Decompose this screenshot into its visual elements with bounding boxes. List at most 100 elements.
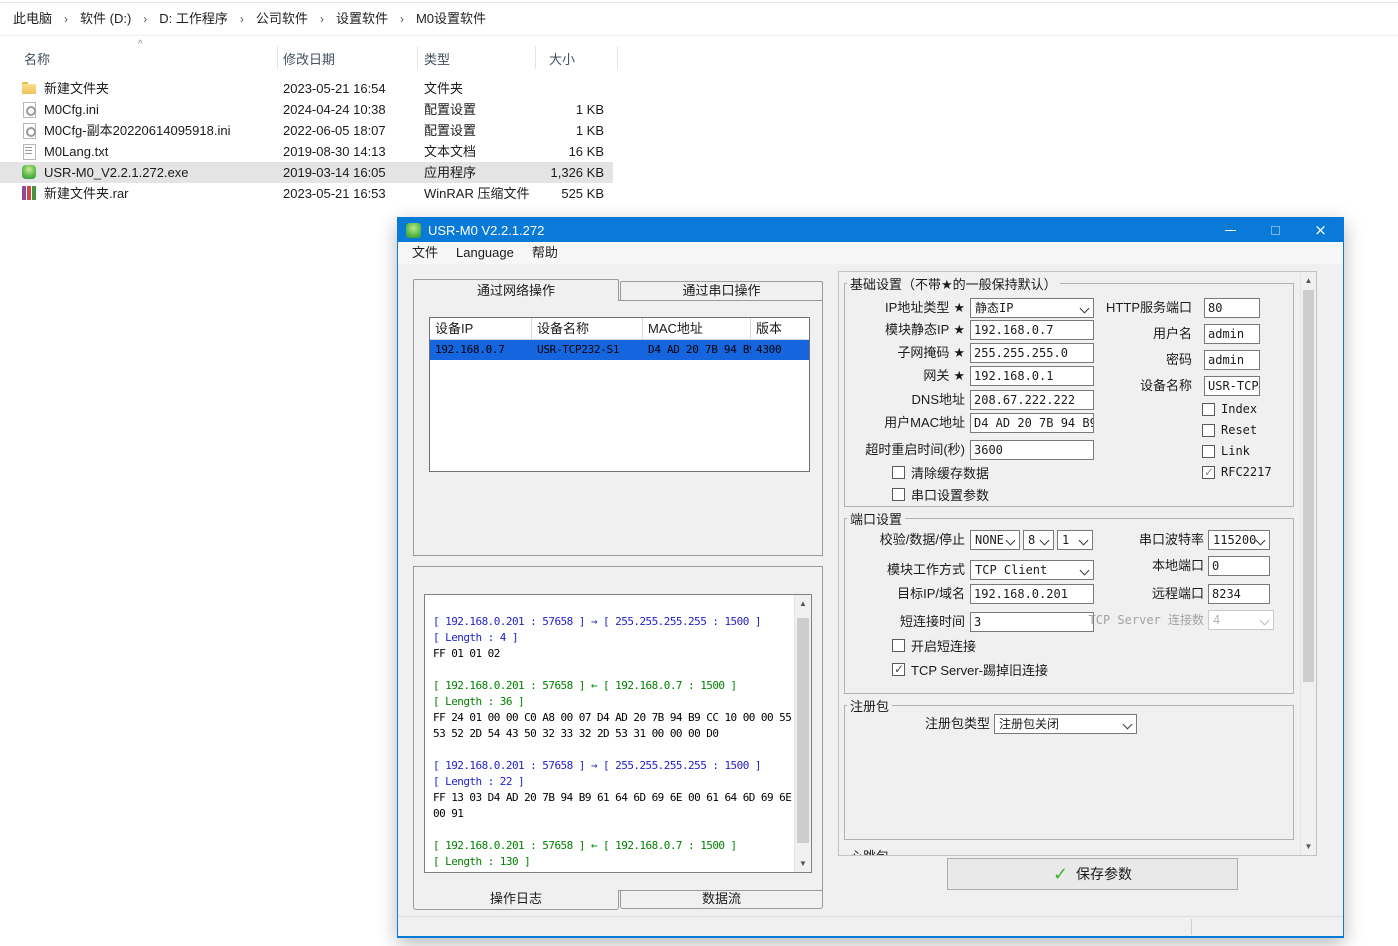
column-version[interactable]: 版本 <box>751 318 807 339</box>
remote-port-input[interactable]: 8234 <box>1208 584 1270 604</box>
ip-type-label: IP地址类型★ <box>841 298 965 318</box>
column-mac-address[interactable]: MAC地址 <box>643 318 751 339</box>
close-button[interactable]: × <box>1298 218 1343 242</box>
file-size: 1 KB <box>500 99 604 120</box>
file-row[interactable]: 新建文件夹 2023-05-21 16:54 文件夹 <box>0 78 613 99</box>
link-checkbox[interactable]: Link <box>1202 444 1250 458</box>
file-row[interactable]: 新建文件夹.rar 2023-05-21 16:53 WinRAR 压缩文件 5… <box>0 183 613 204</box>
file-list: 新建文件夹 2023-05-21 16:54 文件夹 M0Cfg.ini 202… <box>0 78 620 204</box>
log-scrollbar[interactable]: ▲ ▼ <box>794 595 811 872</box>
password-label: 密码 <box>1069 350 1192 370</box>
file-row[interactable]: M0Cfg.ini 2024-04-24 10:38 配置设置 1 KB <box>0 99 613 120</box>
file-name: 新建文件夹.rar <box>44 183 129 204</box>
column-divider[interactable] <box>277 46 278 69</box>
log-line <box>433 822 794 838</box>
clear-cache-checkbox[interactable]: 清除缓存数据 <box>892 465 989 479</box>
file-date: 2019-08-30 14:13 <box>283 141 386 162</box>
save-params-label: 保存参数 <box>1076 864 1132 884</box>
check-icon: ✓ <box>1053 865 1068 883</box>
breadcrumb-item[interactable]: 设置软件 <box>329 3 395 35</box>
baud-select[interactable]: 115200 <box>1208 530 1270 550</box>
port-settings-legend: 端口设置 <box>847 509 905 528</box>
file-size: 1,326 KB <box>500 162 604 183</box>
column-device-ip[interactable]: 设备IP <box>430 318 532 339</box>
short-conn-checkbox[interactable]: 开启短连接 <box>892 638 976 652</box>
column-header-date[interactable]: 修改日期 <box>283 49 335 68</box>
databits-select[interactable]: 8 <box>1023 530 1054 550</box>
device-table: 设备IP 设备名称 MAC地址 版本 192.168.0.7 USR-TCP23… <box>429 317 810 472</box>
breadcrumb-item[interactable]: M0设置软件 <box>409 3 493 35</box>
checkbox-icon <box>1202 445 1215 458</box>
column-header-type[interactable]: 类型 <box>424 49 450 68</box>
netmask-label: 子网掩码★ <box>841 343 965 363</box>
tab-serial-operation[interactable]: 通过串口操作 <box>620 281 823 301</box>
serial-params-checkbox[interactable]: 串口设置参数 <box>892 487 989 501</box>
password-input[interactable]: admin <box>1204 350 1260 370</box>
column-divider[interactable] <box>417 46 418 69</box>
exe-file-icon <box>21 164 37 180</box>
settings-scrollbar[interactable]: ▲ ▼ <box>1300 272 1316 855</box>
file-row[interactable]: M0Cfg-副本20220614095918.ini 2022-06-05 18… <box>0 120 613 141</box>
work-mode-select[interactable]: TCP Client <box>970 560 1094 580</box>
target-ip-input[interactable]: 192.168.0.201 <box>970 584 1094 604</box>
column-header-size[interactable]: 大小 <box>549 49 575 68</box>
kick-old-checkbox[interactable]: TCP Server-踢掉旧连接 <box>892 662 1048 676</box>
baud-label: 串口波特率 <box>1079 530 1204 550</box>
device-row-selected[interactable]: 192.168.0.7 USR-TCP232-S1 D4 AD 20 7B 94… <box>430 340 809 360</box>
index-checkbox[interactable]: Index <box>1202 402 1257 416</box>
save-params-button[interactable]: ✓ 保存参数 <box>947 858 1238 890</box>
usr-m0-config-window: USR-M0 V2.2.1.272 × 文件 Language 帮助 通过网络操… <box>397 217 1344 938</box>
regpack-type-label: 注册包类型 <box>866 714 990 734</box>
http-port-input[interactable]: 80 <box>1204 298 1260 318</box>
mac-label: 用户MAC地址 <box>841 413 965 433</box>
breadcrumb-item[interactable]: 此电脑 <box>6 3 59 35</box>
column-header-name[interactable]: 名称 <box>24 49 50 68</box>
column-divider[interactable] <box>617 46 618 69</box>
device-name-input[interactable]: USR-TCP23 <box>1204 376 1260 396</box>
chevron-right-icon: › <box>315 12 329 26</box>
column-device-name[interactable]: 设备名称 <box>532 318 643 339</box>
breadcrumb-item[interactable]: 软件 (D:) <box>73 3 138 35</box>
rfc2217-checkbox[interactable]: RFC2217 <box>1202 465 1272 479</box>
checkbox-icon <box>1202 424 1215 437</box>
file-row[interactable]: M0Lang.txt 2019-08-30 14:13 文本文档 16 KB <box>0 141 613 162</box>
breadcrumb-item[interactable]: 公司软件 <box>249 3 315 35</box>
file-row-selected[interactable]: USR-M0_V2.2.1.272.exe 2019-03-14 16:05 应… <box>0 162 613 183</box>
timeout-input[interactable]: 3600 <box>970 440 1094 460</box>
menu-help[interactable]: 帮助 <box>523 242 567 264</box>
static-ip-label: 模块静态IP★ <box>841 320 965 340</box>
tab-operation-log[interactable]: 操作日志 <box>413 890 619 910</box>
log-output[interactable]: [ 192.168.0.201 : 57658 ] → [ 255.255.25… <box>424 594 812 873</box>
menu-file[interactable]: 文件 <box>403 242 447 264</box>
title-bar[interactable]: USR-M0 V2.2.1.272 × <box>398 218 1343 242</box>
settings-panel: 基础设置（不带★的一般保持默认） IP地址类型★ 静态IP 模块静态IP★ 19… <box>838 271 1317 856</box>
tab-data-stream[interactable]: 数据流 <box>620 891 823 909</box>
file-type: 应用程序 <box>424 162 476 183</box>
scroll-down-icon[interactable]: ▼ <box>795 855 811 872</box>
regpack-type-select[interactable]: 注册包关闭 <box>994 714 1137 734</box>
menu-language[interactable]: Language <box>447 242 523 264</box>
log-line: 53 52 2D 54 43 50 32 33 32 2D 53 31 00 0… <box>433 726 794 742</box>
scroll-up-icon[interactable]: ▲ <box>795 595 811 612</box>
scrollbar-thumb[interactable] <box>797 618 809 843</box>
maximize-button <box>1253 218 1298 242</box>
checkbox-icon <box>892 466 905 479</box>
column-divider[interactable] <box>535 46 536 69</box>
minimize-button[interactable] <box>1208 218 1253 242</box>
file-type: 文本文档 <box>424 141 476 162</box>
scrollbar-thumb[interactable] <box>1303 290 1314 682</box>
reset-checkbox[interactable]: Reset <box>1202 423 1257 437</box>
status-bar-divider <box>1191 919 1192 935</box>
username-input[interactable]: admin <box>1204 324 1260 344</box>
tab-network-operation[interactable]: 通过网络操作 <box>413 279 619 301</box>
required-star-icon: ★ <box>953 300 965 315</box>
mac-input[interactable]: D4 AD 20 7B 94 B9 <box>970 413 1094 433</box>
breadcrumb-item[interactable]: D: 工作程序 <box>152 3 235 35</box>
scroll-up-icon[interactable]: ▲ <box>1301 272 1316 289</box>
scroll-down-icon[interactable]: ▼ <box>1301 838 1316 855</box>
device-ip: 192.168.0.7 <box>430 340 532 360</box>
file-date: 2023-05-21 16:54 <box>283 78 386 99</box>
local-port-input[interactable]: 0 <box>1208 556 1270 576</box>
menu-bar: 文件 Language 帮助 <box>398 242 1343 264</box>
parity-select[interactable]: NONE <box>970 530 1020 550</box>
